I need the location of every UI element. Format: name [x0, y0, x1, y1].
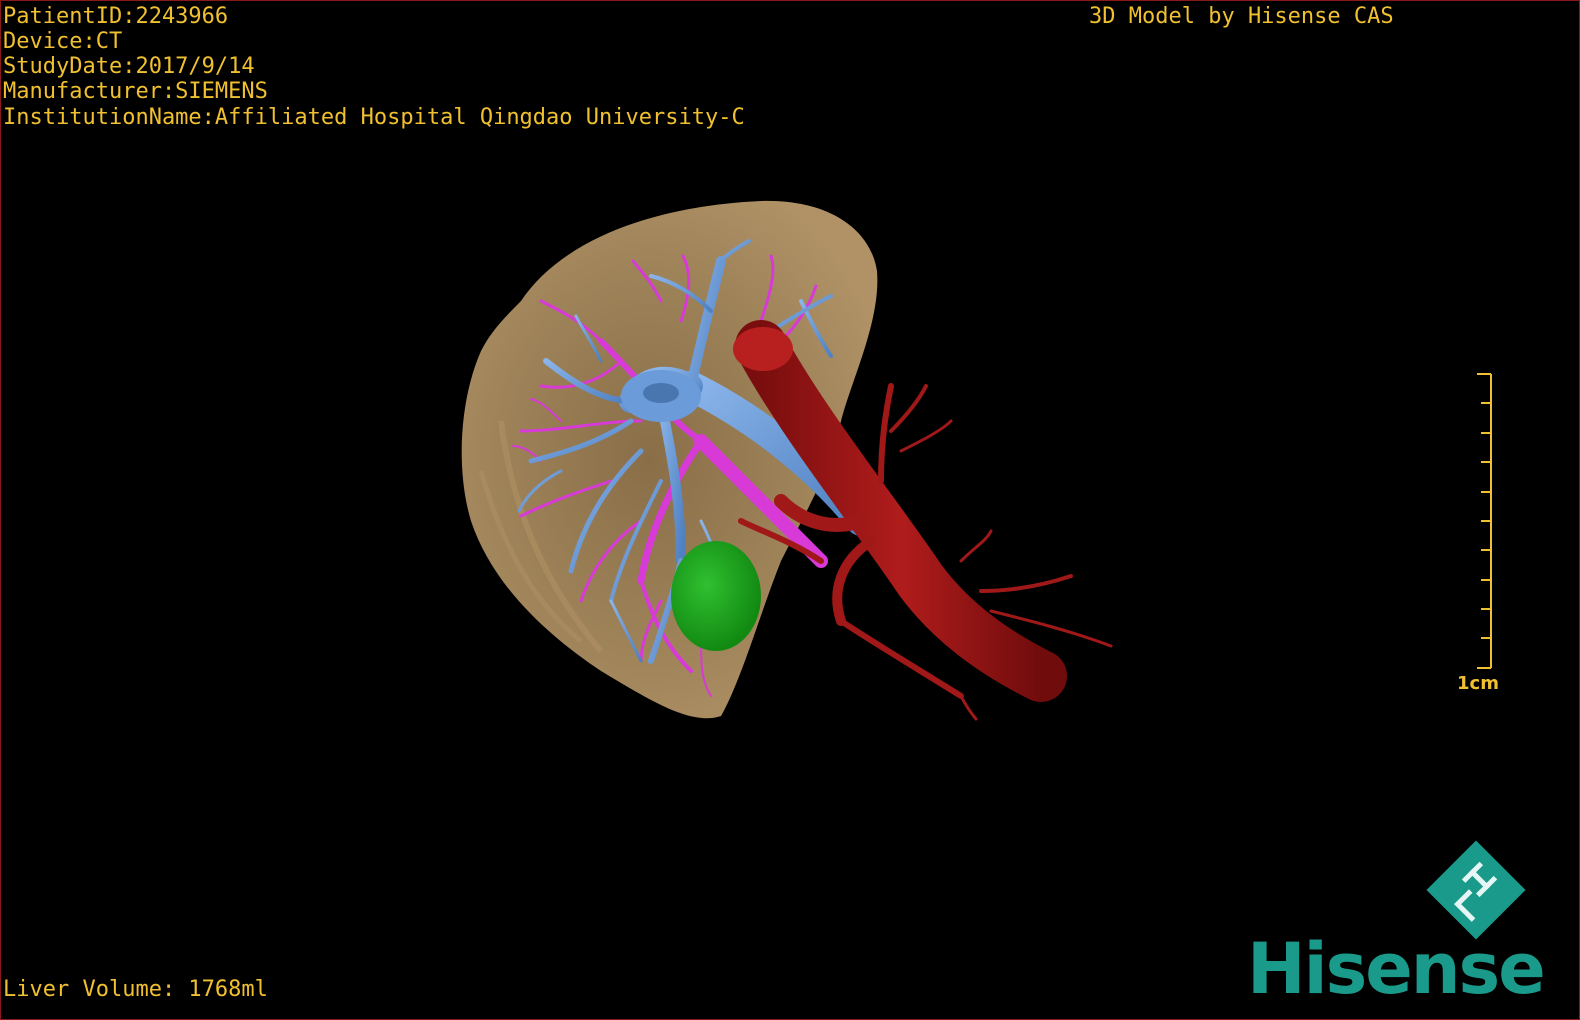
- manufacturer: Manufacturer:SIEMENS: [3, 79, 268, 104]
- liver-3d-model[interactable]: [1, 1, 1580, 1020]
- scale-bar-label: 1cm: [1457, 673, 1499, 694]
- liver-volume: Liver Volume: 1768ml: [3, 977, 268, 1002]
- model-credit: 3D Model by Hisense CAS: [1089, 4, 1394, 29]
- tumor-mass: [671, 541, 761, 651]
- hisense-brand-text: Hisense: [1247, 928, 1546, 1010]
- study-date: StudyDate:2017/9/14: [3, 54, 255, 79]
- scale-bar-icon: [1477, 373, 1492, 669]
- institution-name: InstitutionName:Affiliated Hospital Qing…: [3, 105, 745, 130]
- 3d-viewport[interactable]: PatientID:2243966 Device:CT StudyDate:20…: [0, 0, 1580, 1020]
- device: Device:CT: [3, 29, 123, 54]
- vessel-cut-end: [733, 327, 793, 371]
- patient-id: PatientID:2243966: [3, 4, 229, 29]
